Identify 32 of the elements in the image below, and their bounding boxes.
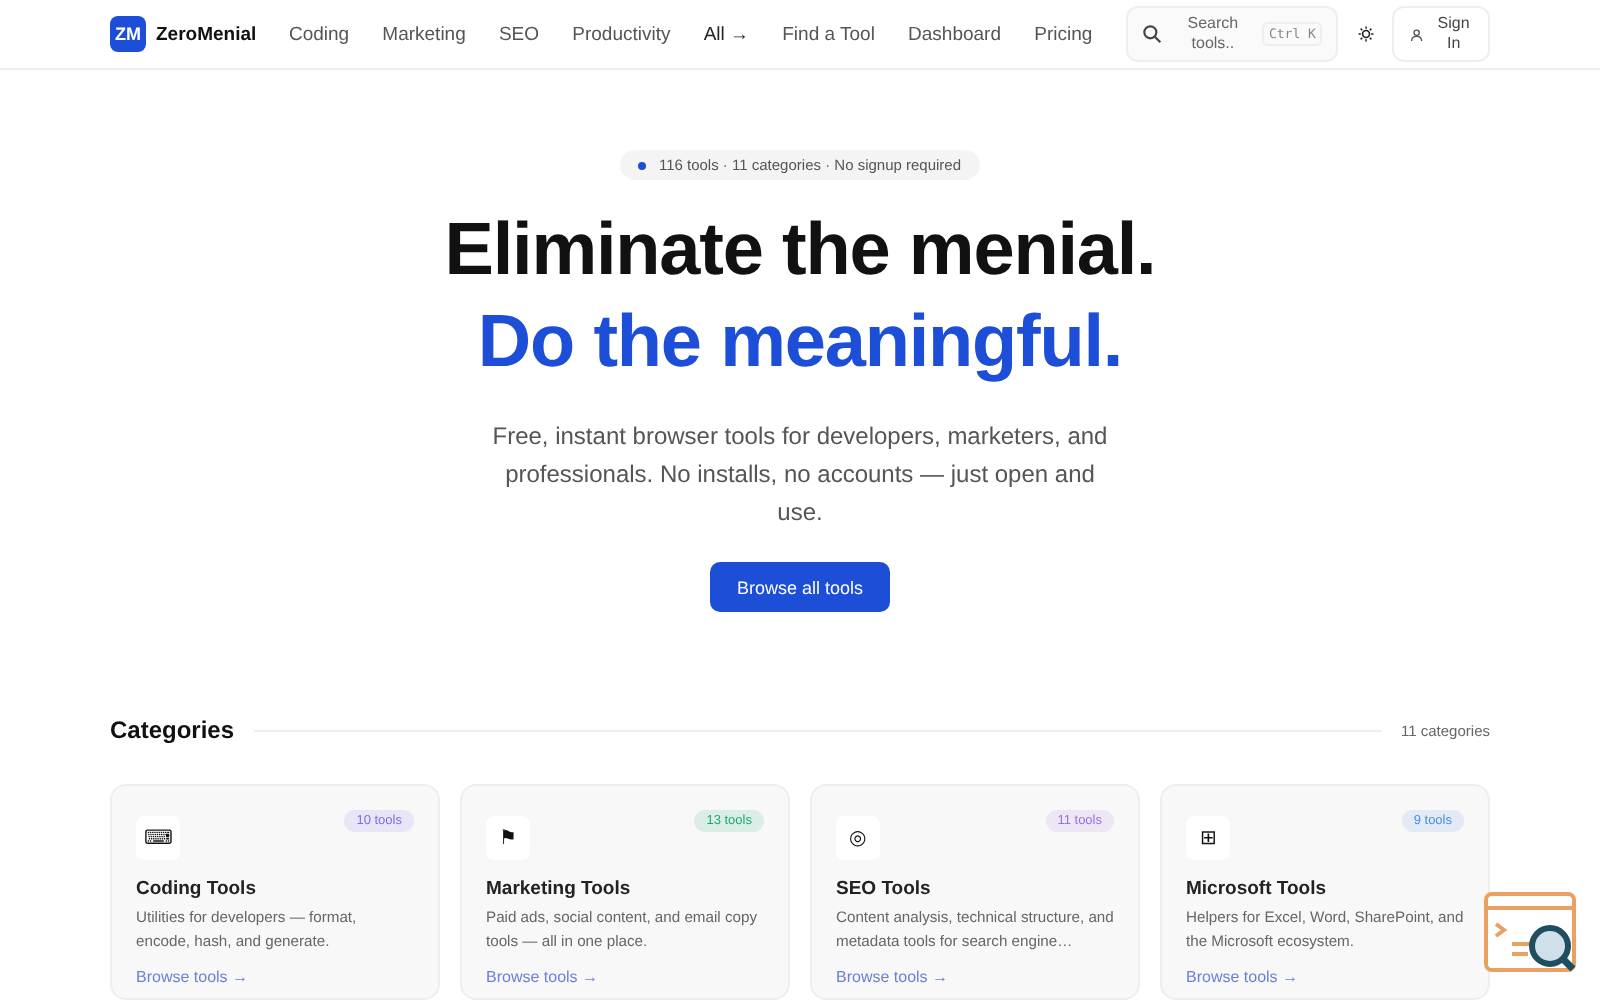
category-icon: ⊞ [1186, 816, 1230, 860]
status-dot-icon [638, 161, 647, 169]
nav-link[interactable]: Productivity [555, 23, 688, 45]
browse-tools-link[interactable]: Browse tools → [486, 968, 764, 986]
category-icon: ⌨ [136, 816, 180, 860]
nav-link[interactable]: Pricing [1017, 23, 1109, 45]
hero-title: Eliminate the menial. [444, 206, 1156, 294]
browse-tools-link[interactable]: Browse tools → [136, 968, 414, 986]
card-title: Microsoft Tools [1186, 878, 1329, 900]
card-title: Coding Tools [136, 878, 258, 900]
search-icon [1142, 24, 1163, 44]
hero-description: Free, instant browser tools for developers, marketers, and professionals. No installs, no accounts — just open and use. [490, 420, 1110, 530]
nav-link[interactable]: Coding [272, 23, 366, 45]
card-title: Marketing Tools [486, 878, 633, 900]
category-icon: ◎ [836, 816, 880, 860]
brand-name[interactable]: ZeroMenial [156, 23, 257, 45]
brand-logo[interactable]: ZM [110, 16, 146, 52]
nav-link[interactable]: Marketing [365, 23, 483, 45]
user-icon [1409, 25, 1424, 43]
nav-link[interactable]: All → [687, 23, 766, 45]
browse-all-button[interactable]: Browse all tools [710, 562, 890, 612]
nav-link[interactable]: Find a Tool [765, 23, 892, 45]
hero-subtitle: Do the meaningful. [477, 298, 1123, 386]
nav-link[interactable]: SEO [482, 23, 556, 45]
nav-link[interactable]: Dashboard [891, 23, 1018, 45]
browse-tools-link[interactable]: Browse tools → [836, 968, 1114, 986]
card-title: SEO Tools [836, 878, 933, 900]
section-heading: Categories [110, 716, 235, 744]
theme-toggle-icon[interactable] [1357, 22, 1374, 46]
sign-in-button[interactable]: Sign In [1391, 6, 1490, 62]
category-icon: ⚑ [486, 816, 530, 860]
browse-tools-link[interactable]: Browse tools → [1186, 968, 1464, 986]
